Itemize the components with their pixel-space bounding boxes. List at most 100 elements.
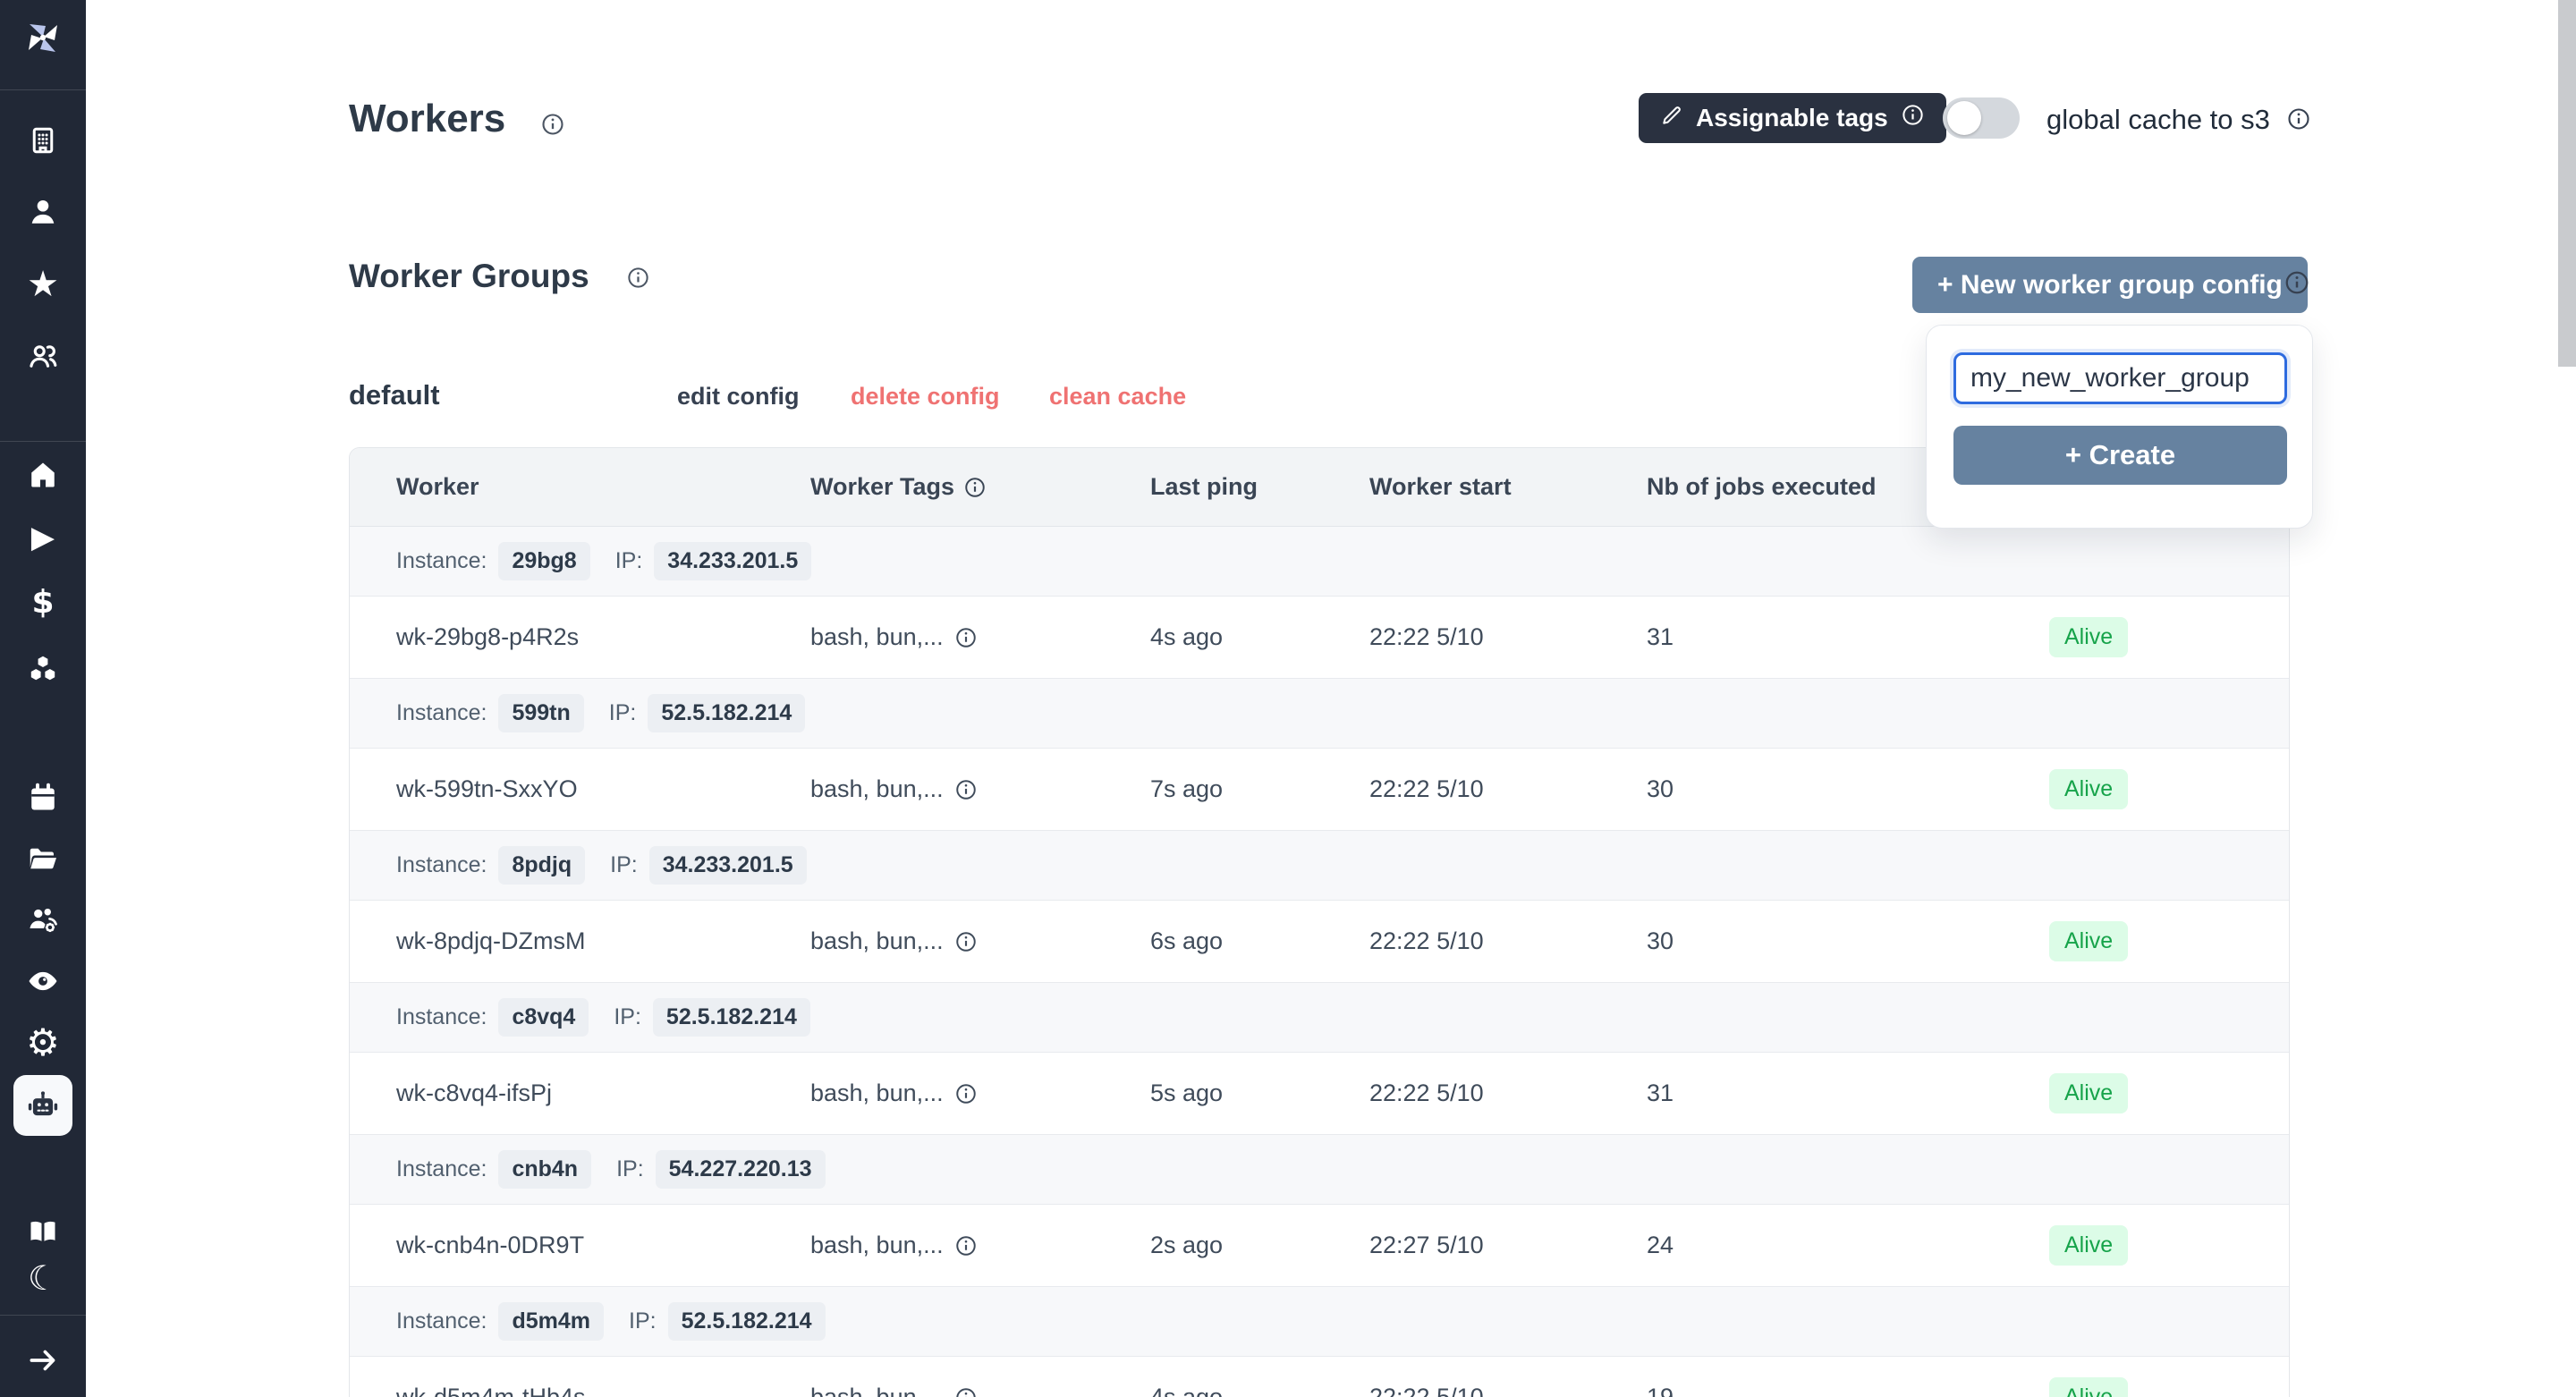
- worker-tags-cell: bash, bun,...: [810, 623, 1150, 651]
- worker-row: wk-d5m4m-tHb4sbash, bun,...4s ago22:22 5…: [350, 1357, 2289, 1397]
- delete-config-link[interactable]: delete config: [851, 383, 1000, 411]
- instance-row: Instance: d5m4m IP: 52.5.182.214: [350, 1287, 2289, 1357]
- robot-icon[interactable]: [21, 1084, 64, 1127]
- moon-icon[interactable]: ☾: [21, 1257, 64, 1300]
- vertical-scrollbar-thumb[interactable]: [2558, 0, 2576, 367]
- sidebar: ★ ▶ $: [0, 0, 86, 1397]
- ip-label: IP:: [629, 1308, 657, 1334]
- worker-tags-row-info-icon[interactable]: [954, 1386, 978, 1397]
- last-ping-cell: 2s ago: [1150, 1232, 1369, 1259]
- instance-row: Instance:c8vq4IP:52.5.182.214: [350, 983, 2289, 1053]
- toggle-knob: [1947, 101, 1981, 135]
- instance-label: Instance:: [396, 548, 487, 574]
- instance-row: Instance:8pdjqIP:34.233.201.5: [350, 831, 2289, 901]
- play-icon[interactable]: ▶: [21, 516, 64, 559]
- status-badge: Alive: [2049, 1073, 2128, 1113]
- worker-tags-row-info-icon[interactable]: [954, 778, 978, 801]
- instance-ip-chip: 34.233.201.5: [654, 542, 811, 580]
- sidebar-divider: [0, 1315, 86, 1316]
- worker-start-cell: 22:22 5/10: [1369, 1080, 1647, 1107]
- new-config-info-icon[interactable]: [2284, 269, 2310, 296]
- windmill-logo-icon[interactable]: [21, 16, 64, 59]
- folder-icon[interactable]: [21, 837, 64, 880]
- status-cell: Alive: [2049, 1073, 2289, 1113]
- worker-tags-row-info-icon[interactable]: [954, 626, 978, 649]
- group-name-default: default: [349, 379, 440, 411]
- book-open-icon[interactable]: [21, 1210, 64, 1253]
- new-worker-group-popup: + Create: [1926, 325, 2313, 529]
- global-cache-label: global cache to s3: [2046, 104, 2270, 136]
- last-ping-cell: 4s ago: [1150, 1384, 1369, 1397]
- worker-start-cell: 22:27 5/10: [1369, 1232, 1647, 1259]
- page-title: Workers: [349, 97, 505, 141]
- status-badge: Alive: [2049, 921, 2128, 961]
- calendar-icon[interactable]: [21, 776, 64, 819]
- worker-row: wk-599tn-SxxYObash, bun,...7s ago22:22 5…: [350, 749, 2289, 831]
- assignable-tags-button[interactable]: Assignable tags: [1639, 93, 1946, 143]
- instance-ip-chip: 34.233.201.5: [649, 846, 807, 885]
- worker-tags-cell: bash, bun,...: [810, 775, 1150, 803]
- assignable-tags-info-icon[interactable]: [1901, 103, 1925, 133]
- ip-label: IP:: [609, 700, 637, 726]
- instance-id-chip: 8pdjq: [498, 846, 585, 885]
- worker-row: wk-c8vq4-ifsPjbash, bun,...5s ago22:22 5…: [350, 1053, 2289, 1135]
- global-cache-toggle[interactable]: [1943, 97, 2020, 139]
- ip-label: IP:: [614, 1004, 641, 1030]
- gear-icon[interactable]: ⚙: [21, 1021, 64, 1064]
- worker-tags-row-info-icon[interactable]: [954, 930, 978, 953]
- status-cell: Alive: [2049, 617, 2289, 657]
- users-icon[interactable]: [21, 334, 64, 377]
- clean-cache-link[interactable]: clean cache: [1049, 383, 1186, 411]
- jobs-executed-cell: 31: [1647, 1080, 2049, 1107]
- home-icon[interactable]: [21, 453, 64, 496]
- instance-id-chip: 29bg8: [498, 542, 589, 580]
- users-gear-icon[interactable]: [21, 899, 64, 942]
- worker-tags-row-info-icon[interactable]: [954, 1234, 978, 1257]
- edit-config-link[interactable]: edit config: [677, 383, 800, 411]
- status-badge: Alive: [2049, 1377, 2128, 1397]
- workers-table: Worker Worker Tags Last ping Worker star…: [349, 447, 2290, 1397]
- worker-groups-info-icon[interactable]: [626, 266, 650, 290]
- worker-tags-row-info-icon[interactable]: [954, 1082, 978, 1105]
- create-button[interactable]: + Create: [1953, 426, 2287, 485]
- global-cache-info-icon[interactable]: [2286, 106, 2311, 131]
- assignable-tags-label: Assignable tags: [1696, 104, 1888, 132]
- instance-ip-chip: 52.5.182.214: [648, 694, 805, 732]
- boxes-icon[interactable]: [21, 648, 64, 690]
- instance-label: Instance:: [396, 1308, 487, 1334]
- instance-ip-chip: 52.5.182.214: [653, 998, 810, 1037]
- arrow-right-icon[interactable]: [21, 1339, 64, 1382]
- worker-start-cell: 22:22 5/10: [1369, 623, 1647, 651]
- status-badge: Alive: [2049, 769, 2128, 809]
- star-icon[interactable]: ★: [21, 263, 64, 306]
- instance-id-chip: 599tn: [498, 694, 583, 732]
- pencil-icon: [1660, 104, 1683, 133]
- worker-tags-info-icon[interactable]: [963, 476, 987, 499]
- workers-info-icon[interactable]: [540, 112, 565, 137]
- instance-id-chip: d5m4m: [498, 1302, 604, 1341]
- col-header-last-ping: Last ping: [1150, 473, 1369, 501]
- dollar-icon[interactable]: $: [21, 581, 64, 624]
- eye-icon[interactable]: [21, 960, 64, 1003]
- instance-row: Instance:29bg8IP:34.233.201.5: [350, 527, 2289, 597]
- worker-name-cell: wk-599tn-SxxYO: [396, 775, 810, 803]
- building-icon[interactable]: [21, 119, 64, 162]
- status-cell: Alive: [2049, 769, 2289, 809]
- instance-ip-chip: 52.5.182.214: [668, 1302, 826, 1341]
- jobs-executed-cell: 19: [1647, 1384, 2049, 1397]
- last-ping-cell: 5s ago: [1150, 1080, 1369, 1107]
- status-cell: Alive: [2049, 1377, 2289, 1397]
- worker-start-cell: 22:22 5/10: [1369, 1384, 1647, 1397]
- worker-tags-text: bash, bun,...: [810, 623, 944, 651]
- worker-name-cell: wk-cnb4n-0DR9T: [396, 1232, 810, 1259]
- worker-tags-cell: bash, bun,...: [810, 1232, 1150, 1259]
- workers-page: ★ ▶ $: [0, 0, 2576, 1397]
- new-group-name-input[interactable]: [1953, 352, 2287, 404]
- last-ping-cell: 6s ago: [1150, 927, 1369, 955]
- user-icon[interactable]: [21, 190, 64, 233]
- worker-tags-text: bash, bun,...: [810, 1384, 944, 1397]
- new-worker-group-config-button[interactable]: + New worker group config: [1912, 257, 2308, 313]
- status-badge: Alive: [2049, 617, 2128, 657]
- last-ping-cell: 4s ago: [1150, 623, 1369, 651]
- instance-row: Instance:599tnIP:52.5.182.214: [350, 679, 2289, 749]
